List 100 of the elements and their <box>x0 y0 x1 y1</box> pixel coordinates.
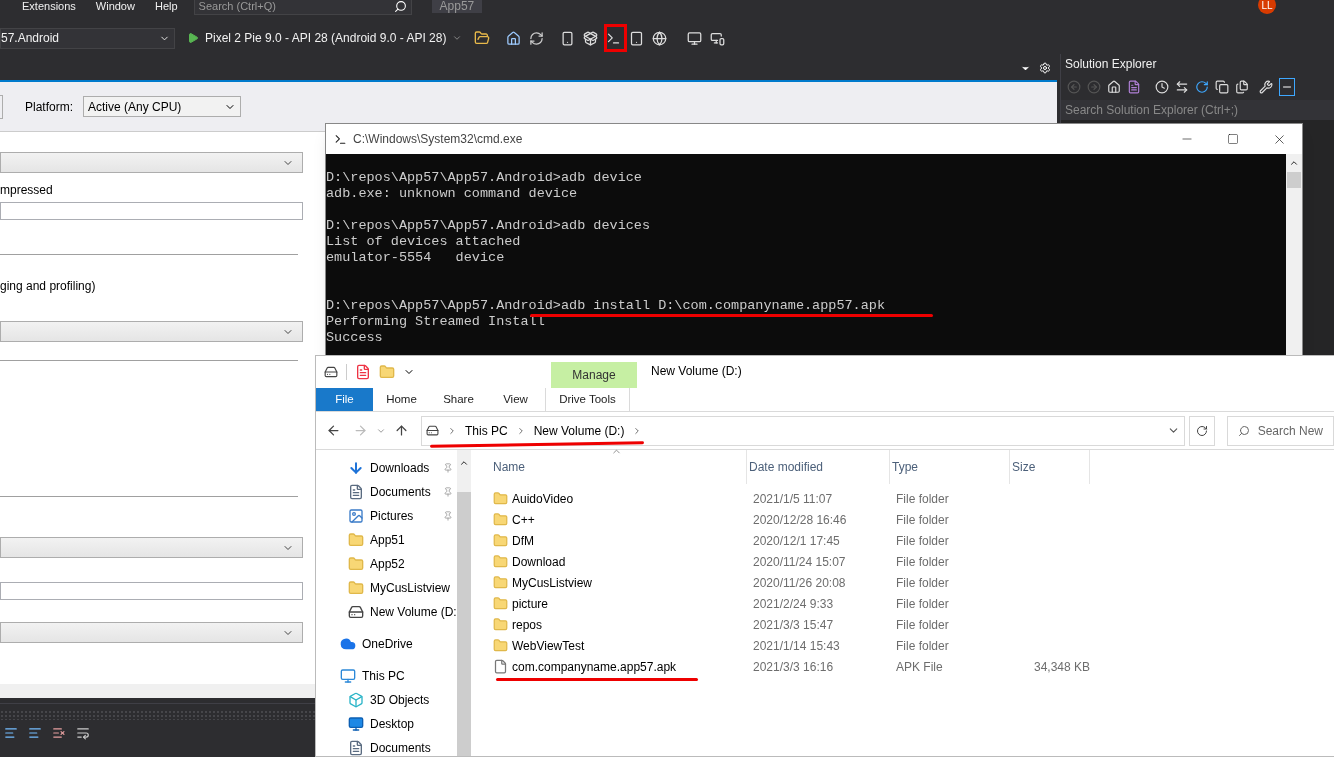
folder-icon <box>493 512 508 527</box>
solution-title: App57 <box>431 0 483 13</box>
desktop-icon <box>348 716 364 732</box>
monitor-icon[interactable] <box>687 30 703 46</box>
column-header[interactable]: Type <box>890 450 1010 484</box>
package-icon[interactable] <box>583 30 599 46</box>
folder-search-icon[interactable] <box>474 30 491 46</box>
dropdown-field[interactable] <box>0 152 303 173</box>
nav-item[interactable]: Documents <box>370 739 431 757</box>
input-field[interactable] <box>0 582 303 600</box>
nav-item[interactable]: Pictures <box>370 507 414 525</box>
home-window-icon[interactable] <box>506 30 522 46</box>
project-dropdown[interactable]: 57.Android <box>0 27 175 49</box>
home-icon[interactable] <box>1107 80 1121 94</box>
globe-icon[interactable] <box>652 30 668 46</box>
device-icon[interactable] <box>710 30 726 46</box>
device-log-icon[interactable] <box>629 30 645 46</box>
folder-icon <box>348 556 364 572</box>
type-cell-text: File folder <box>895 553 950 571</box>
menu-item[interactable]: Extensions <box>22 0 76 13</box>
nav-item[interactable]: App51 <box>370 531 405 549</box>
sync-icon[interactable] <box>1175 80 1189 94</box>
back-icon[interactable] <box>326 423 341 438</box>
date-cell-text: 2021/3/3 16:16 <box>752 658 835 676</box>
breadcrumb-item[interactable]: New Volume (D:) <box>533 421 625 440</box>
date-cell-text: 2021/3/3 15:47 <box>752 616 835 634</box>
document-view-icon[interactable] <box>1127 80 1141 94</box>
file-name[interactable]: repos <box>512 615 543 634</box>
avatar[interactable]: LL <box>1258 0 1276 14</box>
platform-label: Platform: <box>25 98 73 116</box>
run-button[interactable]: Pixel 2 Pie 9.0 - API 28 (Android 9.0 - API 28) <box>183 27 467 49</box>
settings-icon[interactable] <box>1039 62 1051 74</box>
console-line: Performing Streamed Install <box>326 314 545 330</box>
clear-list-icon[interactable] <box>52 726 66 740</box>
refresh-device-icon[interactable] <box>529 30 545 46</box>
up-icon[interactable] <box>394 423 409 438</box>
search-field[interactable]: Search (Ctrl+Q) <box>193 0 412 15</box>
properties-icon[interactable] <box>355 364 371 380</box>
dropdown-field[interactable] <box>0 321 303 342</box>
ribbon-tab[interactable]: File <box>316 388 373 411</box>
panel-grip[interactable] <box>0 710 315 720</box>
file-name[interactable]: AuidoVideo <box>512 489 574 508</box>
nav-item[interactable]: App52 <box>370 555 405 573</box>
file-name[interactable]: Download <box>512 552 566 571</box>
scroll-thumb[interactable] <box>456 492 471 756</box>
nav-item[interactable]: New Volume (D: <box>370 603 457 621</box>
nav-item[interactable]: MyCusListview <box>370 579 450 597</box>
column-header[interactable]: Date modified <box>747 450 890 484</box>
collapse-icon[interactable] <box>1215 80 1229 94</box>
ribbon-tab[interactable]: Share <box>430 388 487 411</box>
dropdown-field[interactable] <box>0 537 303 558</box>
file-name[interactable]: C++ <box>512 510 535 529</box>
input-field[interactable] <box>0 202 303 220</box>
ribbon-tab[interactable]: View <box>487 388 544 411</box>
file-name[interactable]: MyCusListview <box>512 573 592 592</box>
indent-icon[interactable] <box>28 726 42 740</box>
word-wrap-icon[interactable] <box>76 726 90 740</box>
terminal-icon[interactable] <box>606 30 622 46</box>
context-tab-header: Manage <box>551 362 637 388</box>
console-line: Success <box>326 330 383 346</box>
ribbon-tab[interactable]: Drive Tools <box>545 388 630 411</box>
nav-item[interactable]: Documents <box>370 483 431 501</box>
scroll-thumb[interactable] <box>1287 172 1301 188</box>
nav-item[interactable]: OneDrive <box>362 635 413 653</box>
scroll-up-icon[interactable] <box>458 458 469 468</box>
chevron-right-icon[interactable] <box>447 425 457 436</box>
platform-dropdown[interactable]: Active (Any CPU) <box>83 96 241 117</box>
wrench-icon[interactable] <box>1259 80 1273 94</box>
ribbon-tab[interactable]: Home <box>373 388 430 411</box>
file-name[interactable]: DfM <box>512 531 534 550</box>
file-name[interactable]: WebViewTest <box>512 636 585 655</box>
type-cell-text: File folder <box>895 511 950 529</box>
files-icon[interactable] <box>1235 80 1249 94</box>
outdent-icon[interactable] <box>4 726 18 740</box>
pin-toggle-icon[interactable] <box>1279 78 1295 96</box>
date-cell-text: 2020/11/24 15:07 <box>752 553 847 571</box>
dropdown-field[interactable] <box>0 622 303 643</box>
refresh-icon[interactable] <box>1188 415 1215 446</box>
menu-item[interactable]: Help <box>154 0 178 13</box>
search-field[interactable]: Search New <box>1226 415 1334 446</box>
address-bar[interactable]: This PC New Volume (D:) <box>421 415 1185 446</box>
refresh-icon[interactable] <box>1195 80 1209 94</box>
file-name[interactable]: picture <box>512 594 549 613</box>
search-field[interactable]: Search Solution Explorer (Ctrl+;) <box>1061 100 1334 120</box>
nav-item[interactable]: Downloads <box>370 459 430 477</box>
column-header[interactable]: Size <box>1010 450 1090 484</box>
breadcrumb-item[interactable]: This PC <box>465 421 508 440</box>
file-name[interactable]: com.companyname.app57.apk <box>512 657 677 676</box>
clock-icon[interactable] <box>1155 80 1169 94</box>
document-icon <box>348 740 364 756</box>
menu-item[interactable]: Window <box>95 0 135 13</box>
date-cell-text: 2020/12/28 16:46 <box>752 511 848 529</box>
scroll-up-icon[interactable] <box>1289 158 1299 168</box>
nav-item[interactable]: Desktop <box>370 715 415 733</box>
column-header[interactable]: Name <box>491 450 747 484</box>
type-cell-text: File folder <box>895 574 950 592</box>
nav-item[interactable]: 3D Objects <box>370 691 430 709</box>
folder-icon <box>493 617 508 632</box>
type-cell-text: APK File <box>895 658 944 676</box>
nav-item[interactable]: This PC <box>362 667 405 685</box>
